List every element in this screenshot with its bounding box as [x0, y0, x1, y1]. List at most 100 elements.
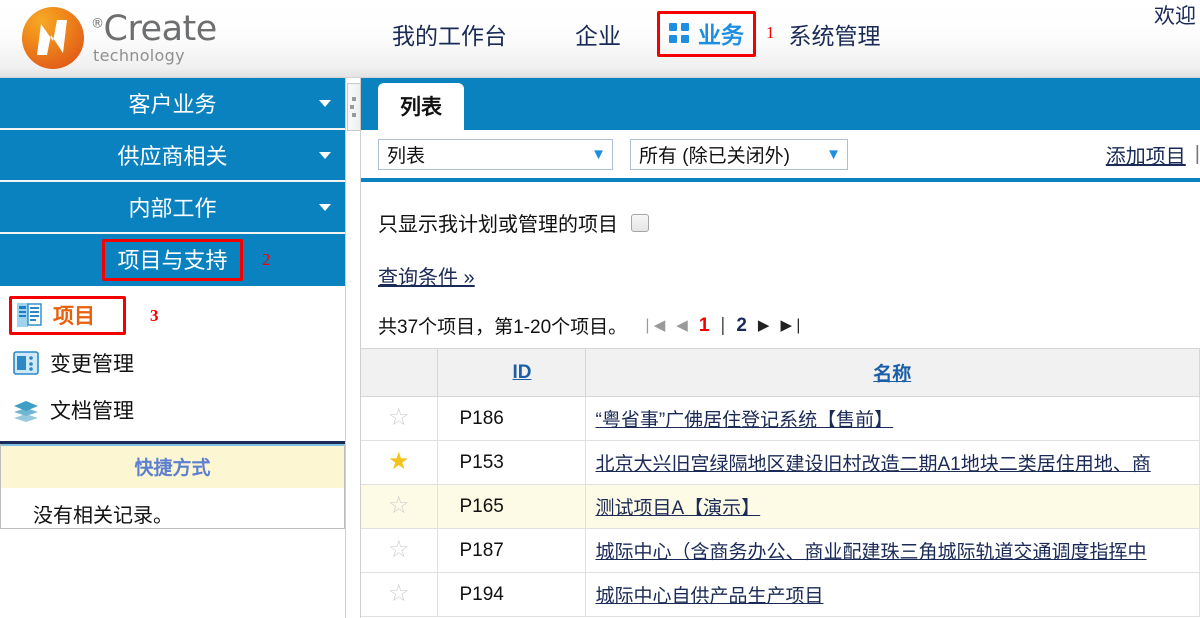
- star-icon[interactable]: ★: [388, 448, 410, 475]
- view-select-value: 列表: [387, 145, 426, 167]
- chevron-down-icon: ▼: [591, 145, 606, 163]
- row-id-cell: P186: [437, 396, 586, 441]
- nav-item-label: 企业: [575, 23, 621, 49]
- sidebar-item-change-management[interactable]: 变更管理: [0, 339, 345, 386]
- projects-table-wrap: ID 名称 ☆ P186 “粤省事”广佛居住登记系统【售前】 ★ P153 北京…: [361, 348, 1200, 617]
- my-projects-checkbox[interactable]: [631, 213, 649, 232]
- table-row[interactable]: ☆ P165 测试项目A【演示】: [361, 484, 1200, 529]
- table-row[interactable]: ★ P153 北京大兴旧宫绿隔地区建设旧村改造二期A1地块二类居住用地、商: [361, 440, 1200, 485]
- column-header-name[interactable]: 名称: [585, 348, 1200, 397]
- my-projects-filter-label: 只显示我计划或管理的项目: [378, 214, 618, 236]
- row-id-cell: P187: [437, 528, 586, 573]
- add-project-link[interactable]: 添加项目: [1106, 140, 1186, 169]
- registered-mark-icon: ®: [91, 16, 104, 32]
- projects-table: ID 名称 ☆ P186 “粤省事”广佛居住登记系统【售前】 ★ P153 北京…: [361, 348, 1200, 617]
- table-header-row: ID 名称: [361, 348, 1200, 397]
- sidebar-group-internal[interactable]: 内部工作: [0, 182, 345, 234]
- row-id-cell: P194: [437, 572, 586, 617]
- column-header-star: [361, 348, 438, 397]
- main-content: 列表 列表 ▼ 所有 (除已关闭外) ▼ 添加项目 | 只显示我计划或管理的项目…: [361, 78, 1200, 618]
- project-name-link[interactable]: 城际中心自供产品生产项目: [596, 586, 824, 607]
- sidebar-item-label: 文档管理: [50, 399, 134, 423]
- row-name-cell: 北京大兴旧宫绿隔地区建设旧村改造二期A1地块二类居住用地、商: [585, 440, 1200, 485]
- row-name-cell: 测试项目A【演示】: [585, 484, 1200, 529]
- pager: ❘◀ ◀ 1 | 2 ▶ ▶❘: [641, 315, 804, 337]
- table-row[interactable]: ☆ P187 城际中心（含商务办公、商业配建珠三角城际轨道交通调度指挥中: [361, 528, 1200, 573]
- toolbar-separator: |: [1194, 142, 1200, 165]
- star-icon[interactable]: ☆: [388, 536, 410, 563]
- star-icon[interactable]: ☆: [388, 580, 410, 607]
- logo-swoosh-icon: [37, 20, 67, 55]
- row-favorite-cell: ☆: [361, 572, 438, 617]
- sidebar-group-label: 内部工作: [128, 196, 217, 221]
- status-select-value: 所有 (除已关闭外): [639, 145, 790, 167]
- page-number-2[interactable]: 2: [736, 315, 747, 337]
- tab-list[interactable]: 列表: [378, 83, 464, 130]
- sidebar-item-label: 项目: [53, 305, 95, 328]
- sidebar-group-supplier[interactable]: 供应商相关: [0, 130, 345, 182]
- sidebar-group-projects-support[interactable]: 项目与支持 2: [0, 234, 345, 286]
- row-favorite-cell: ☆: [361, 484, 438, 529]
- project-name-link[interactable]: 北京大兴旧宫绿隔地区建设旧村改造二期A1地块二类居住用地、商: [596, 454, 1151, 475]
- sidebar-splitter[interactable]: [345, 78, 361, 618]
- sidebar-links: 项目 3 变更管理 文档管理: [0, 286, 345, 444]
- row-id-cell: P153: [437, 440, 586, 485]
- brand-name: Create: [103, 9, 218, 49]
- my-projects-filter: 只显示我计划或管理的项目: [361, 182, 1200, 237]
- sidebar-item-document-management[interactable]: 文档管理: [0, 386, 345, 433]
- view-select[interactable]: 列表 ▼: [378, 138, 613, 170]
- pagination-summary: 共37个项目，第1-20个项目。: [378, 317, 628, 338]
- star-icon[interactable]: ☆: [388, 492, 410, 519]
- chevron-down-icon: ▼: [826, 145, 841, 163]
- query-conditions-link[interactable]: 查询条件 »: [378, 267, 475, 289]
- project-name-link[interactable]: 测试项目A【演示】: [596, 498, 761, 519]
- project-name-link[interactable]: 城际中心（含商务办公、商业配建珠三角城际轨道交通调度指挥中: [596, 542, 1147, 563]
- table-row[interactable]: ☆ P194 城际中心自供产品生产项目: [361, 572, 1200, 617]
- page-number-1[interactable]: 1: [699, 315, 710, 337]
- brand-subtitle: technology: [93, 46, 185, 65]
- project-icon: [15, 301, 43, 329]
- row-name-cell: 城际中心（含商务办公、商业配建珠三角城际轨道交通调度指挥中: [585, 528, 1200, 573]
- star-icon[interactable]: ☆: [388, 404, 410, 431]
- logo-mark-icon: [22, 7, 84, 69]
- pagination-bar: 共37个项目，第1-20个项目。 ❘◀ ◀ 1 | 2 ▶ ▶❘: [361, 290, 1200, 348]
- splitter-handle[interactable]: [347, 83, 361, 131]
- annotation-marker-3: 3: [150, 305, 159, 325]
- column-header-id-link[interactable]: ID: [513, 362, 532, 383]
- row-favorite-cell: ☆: [361, 528, 438, 573]
- sidebar-group-label: 供应商相关: [117, 144, 228, 169]
- shortcuts-panel: 快捷方式 没有相关记录。: [0, 444, 345, 529]
- chevron-down-icon: [319, 203, 331, 211]
- brand-logo[interactable]: ®Create technology: [0, 0, 350, 77]
- welcome-text: 欢迎: [1154, 5, 1196, 28]
- app-header: ®Create technology 我的工作台 企业 业务 1 系统管理 欢迎: [0, 0, 1200, 78]
- brand-text: ®Create technology: [91, 12, 217, 64]
- page-body: 客户业务 供应商相关 内部工作 项目与支持 2 项目 3 变更管理 文档管理 快…: [0, 78, 1200, 618]
- tab-bar: 列表: [361, 78, 1200, 130]
- sidebar-group-customer[interactable]: 客户业务: [0, 78, 345, 130]
- nav-item-workbench[interactable]: 我的工作台: [378, 11, 521, 57]
- row-name-cell: 城际中心自供产品生产项目: [585, 572, 1200, 617]
- column-header-name-link[interactable]: 名称: [873, 364, 911, 385]
- project-name-link[interactable]: “粤省事”广佛居住登记系统【售前】: [596, 410, 894, 431]
- next-page-icon[interactable]: ▶: [758, 318, 770, 333]
- chevron-down-icon: [319, 99, 331, 107]
- nav-item-business[interactable]: 业务: [657, 11, 756, 57]
- nav-item-enterprise[interactable]: 企业: [561, 11, 635, 57]
- nav-item-label: 我的工作台: [392, 23, 507, 49]
- prev-page-icon[interactable]: ◀: [676, 318, 688, 333]
- row-favorite-cell: ☆: [361, 396, 438, 441]
- status-select[interactable]: 所有 (除已关闭外) ▼: [630, 138, 848, 170]
- projects-table-head: ID 名称: [361, 348, 1200, 397]
- first-page-icon[interactable]: ❘◀: [641, 318, 665, 333]
- sidebar-group-label: 客户业务: [128, 92, 217, 117]
- last-page-icon[interactable]: ▶❘: [780, 318, 804, 333]
- nav-item-system-admin[interactable]: 系统管理: [775, 11, 895, 57]
- table-row[interactable]: ☆ P186 “粤省事”广佛居住登记系统【售前】: [361, 396, 1200, 441]
- sidebar-item-project[interactable]: 项目 3: [0, 292, 345, 339]
- nav-item-label: 系统管理: [788, 23, 881, 49]
- row-name-cell: “粤省事”广佛居住登记系统【售前】: [585, 396, 1200, 441]
- column-header-id[interactable]: ID: [437, 348, 586, 397]
- sidebar: 客户业务 供应商相关 内部工作 项目与支持 2 项目 3 变更管理 文档管理 快…: [0, 78, 345, 618]
- change-management-icon: [12, 349, 40, 377]
